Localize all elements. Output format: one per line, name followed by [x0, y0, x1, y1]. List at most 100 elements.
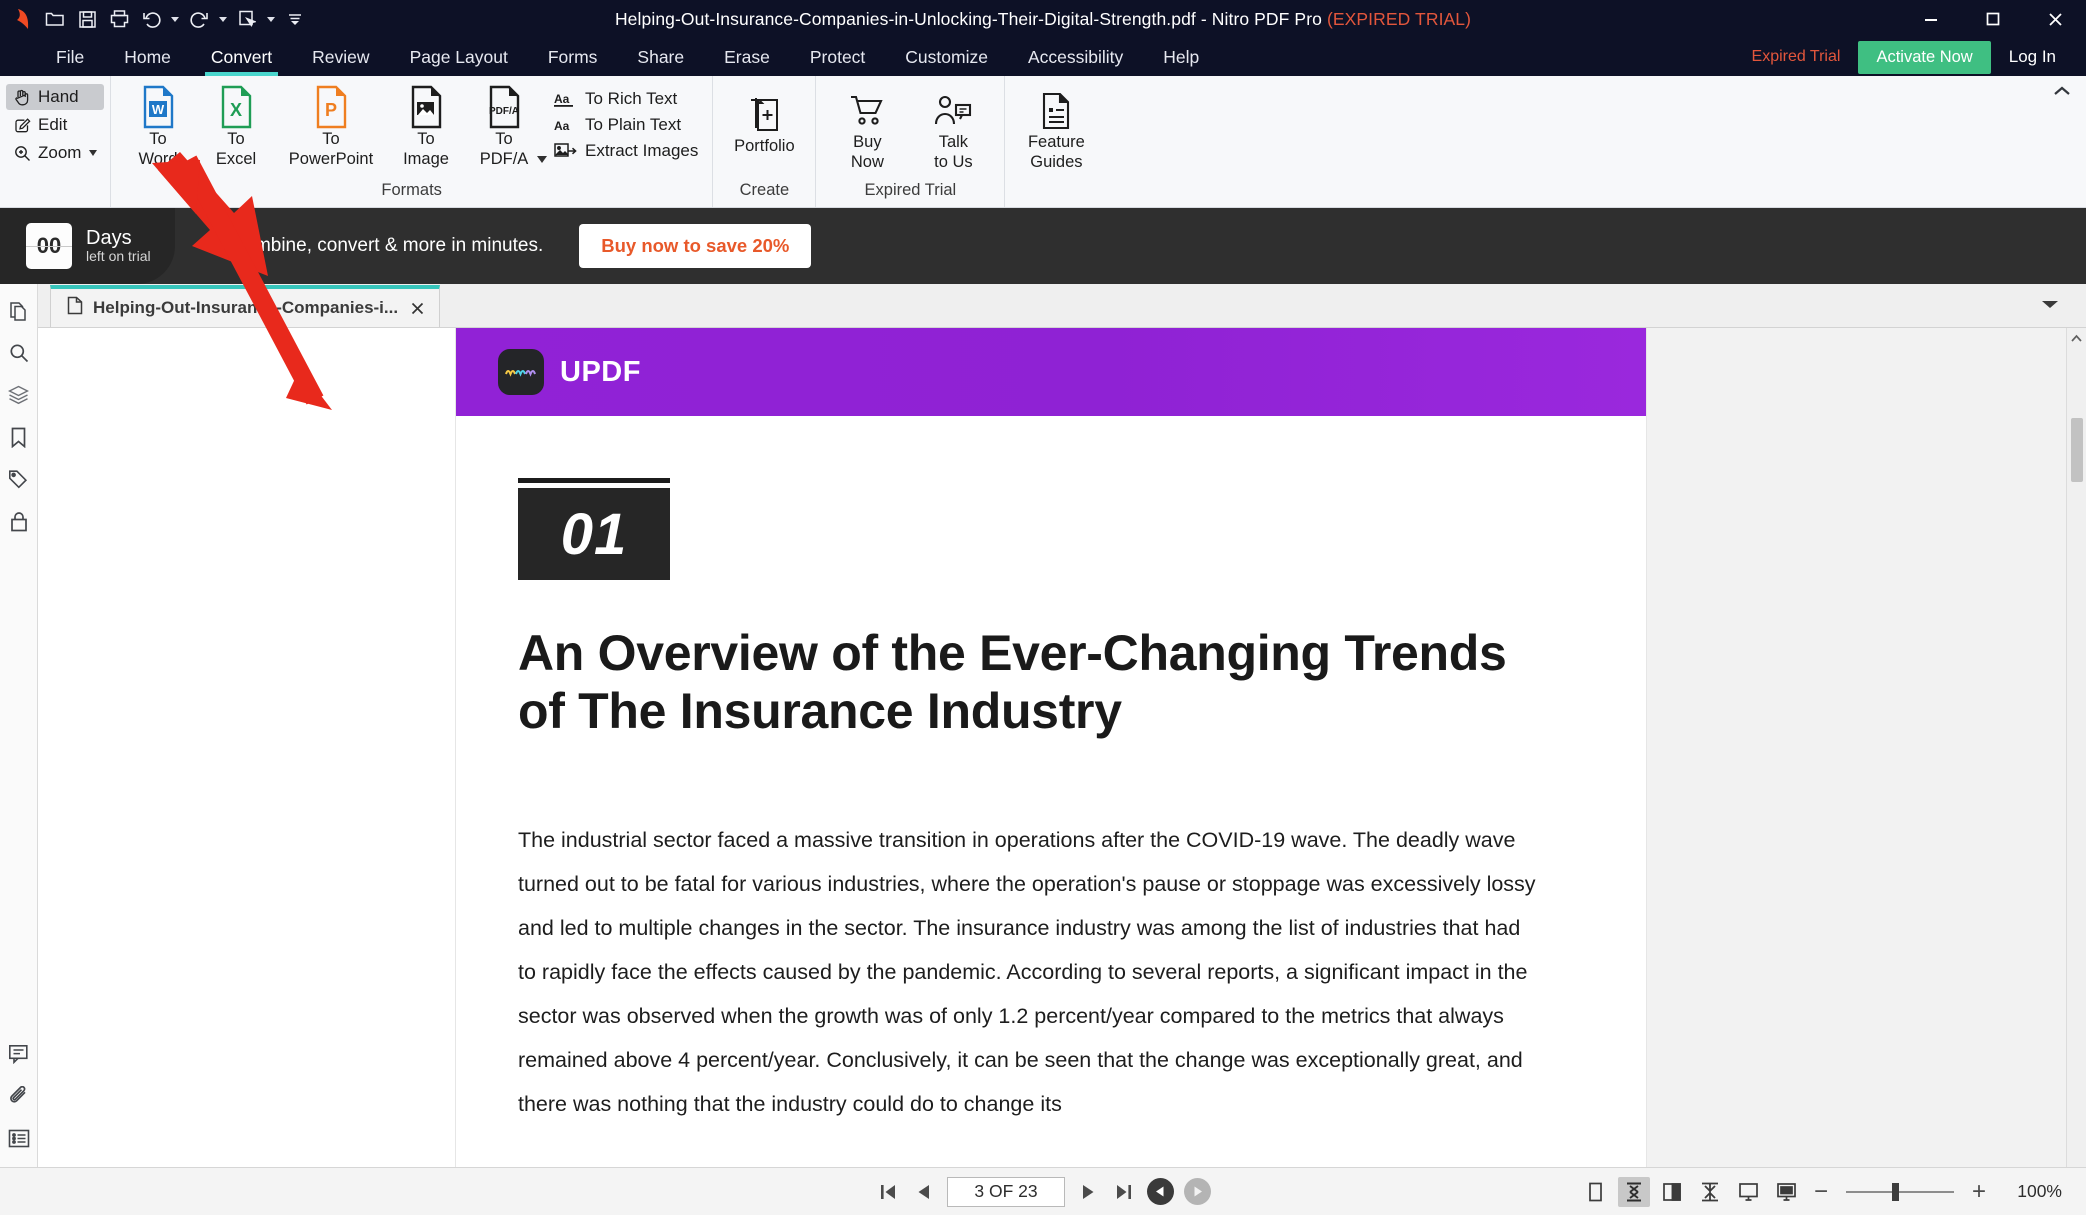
activate-now-button[interactable]: Activate Now	[1858, 40, 1991, 74]
menu-bar: File Home Convert Review Page Layout For…	[0, 38, 2086, 76]
attachments-icon[interactable]	[6, 1083, 32, 1109]
zoom-dropdown-caret-icon[interactable]	[89, 150, 98, 156]
file-icon	[67, 296, 83, 320]
zoom-out-button[interactable]: −	[1808, 1178, 1834, 1206]
document-canvas[interactable]: UPDF 01 An Overview of the Ever-Changing…	[38, 328, 2086, 1167]
select-icon[interactable]	[232, 4, 262, 34]
buy-now-save-button[interactable]: Buy now to save 20%	[579, 224, 812, 268]
zoom-slider-handle[interactable]	[1892, 1182, 1899, 1201]
previous-view-button[interactable]	[1147, 1178, 1174, 1205]
to-word-button[interactable]: W To Word	[119, 81, 197, 173]
next-page-button[interactable]	[1075, 1179, 1101, 1205]
to-powerpoint-button[interactable]: P To PowerPoint	[275, 81, 387, 173]
feature-guides-button[interactable]: Feature Guides	[1013, 84, 1099, 178]
presentation-mode-icon[interactable]	[1770, 1177, 1802, 1207]
continuous-view-icon[interactable]	[1618, 1176, 1650, 1207]
pages-thumbnails-icon[interactable]	[6, 298, 32, 324]
talk-to-us-line2: to Us	[934, 152, 973, 171]
svg-text:Aa: Aa	[554, 119, 570, 133]
select-dropdown-caret-icon[interactable]	[264, 4, 278, 34]
undo-icon[interactable]	[136, 4, 166, 34]
menu-tab-help[interactable]: Help	[1143, 38, 1219, 76]
last-page-button[interactable]	[1111, 1179, 1137, 1205]
buy-now-line1: Buy	[853, 133, 882, 151]
menu-tab-accessibility[interactable]: Accessibility	[1008, 38, 1143, 76]
fit-page-icon[interactable]	[1732, 1177, 1764, 1207]
layers-icon[interactable]	[6, 382, 32, 408]
document-tab-label: Helping-Out-Insurance-Companies-i...	[93, 298, 399, 317]
title-trial-status: (EXPIRED TRIAL)	[1326, 8, 1472, 29]
security-lock-icon[interactable]	[6, 508, 32, 534]
to-excel-button[interactable]: X To Excel	[197, 81, 275, 173]
menu-tab-review[interactable]: Review	[292, 38, 389, 76]
zoom-slider[interactable]	[1846, 1182, 1954, 1201]
to-image-button[interactable]: To Image	[387, 81, 465, 173]
to-excel-line2: Excel	[215, 149, 257, 168]
minimize-button[interactable]	[1900, 0, 1962, 38]
customize-qat-icon[interactable]	[280, 4, 310, 34]
two-page-continuous-view-icon[interactable]	[1694, 1177, 1726, 1207]
two-page-view-icon[interactable]	[1656, 1177, 1688, 1207]
hand-tool-button[interactable]: Hand	[6, 84, 104, 110]
comments-icon[interactable]	[6, 1041, 32, 1067]
document-pane: Helping-Out-Insurance-Companies-i... UPD…	[38, 284, 2086, 1167]
document-tab[interactable]: Helping-Out-Insurance-Companies-i...	[50, 285, 440, 327]
cart-icon	[849, 90, 885, 132]
single-page-view-icon[interactable]	[1580, 1177, 1612, 1207]
vertical-scrollbar[interactable]	[2066, 328, 2086, 1167]
pdf-page-body: 01 An Overview of the Ever-Changing Tren…	[456, 416, 1646, 1126]
redo-dropdown-caret-icon[interactable]	[216, 4, 230, 34]
first-page-button[interactable]	[875, 1179, 901, 1205]
menu-tab-forms[interactable]: Forms	[528, 38, 618, 76]
print-icon[interactable]	[104, 4, 134, 34]
tabstrip-dropdown-caret-icon[interactable]	[2040, 298, 2060, 316]
redo-icon[interactable]	[184, 4, 214, 34]
bookmarks-icon[interactable]	[6, 424, 32, 450]
status-bar: 3 OF 23 − + 100%	[0, 1167, 2086, 1215]
buy-now-button[interactable]: Buy Now	[824, 84, 910, 178]
menu-tab-share[interactable]: Share	[617, 38, 704, 76]
nitro-logo-icon[interactable]	[8, 4, 38, 34]
page-indicator-field[interactable]: 3 OF 23	[947, 1176, 1065, 1207]
menu-tab-convert[interactable]: Convert	[191, 38, 292, 76]
save-icon[interactable]	[72, 4, 102, 34]
extract-images-button[interactable]: Extract Images	[553, 141, 698, 161]
maximize-button[interactable]	[1962, 0, 2024, 38]
menu-tab-protect[interactable]: Protect	[790, 38, 885, 76]
menu-tab-home[interactable]: Home	[104, 38, 191, 76]
menu-tab-erase[interactable]: Erase	[704, 38, 790, 76]
portfolio-button[interactable]: Portfolio	[721, 88, 807, 162]
next-view-button[interactable]	[1184, 1178, 1211, 1205]
to-pdfa-button[interactable]: PDF/A To PDF/A	[465, 81, 547, 173]
ribbon-group-expired-trial: Buy Now Talk to Us Expired Trial	[815, 76, 1004, 207]
scrollbar-thumb[interactable]	[2071, 418, 2083, 482]
extract-images-icon	[553, 141, 577, 161]
menu-tab-file[interactable]: File	[36, 38, 104, 76]
log-in-link[interactable]: Log In	[2009, 47, 2056, 67]
close-button[interactable]	[2024, 0, 2086, 38]
search-icon[interactable]	[6, 340, 32, 366]
scroll-up-arrow-icon[interactable]	[2067, 328, 2086, 348]
edit-tool-button[interactable]: Edit	[6, 112, 104, 138]
previous-page-button[interactable]	[911, 1179, 937, 1205]
to-powerpoint-line1: To	[322, 130, 340, 148]
expired-trial-label: Expired Trial	[1751, 48, 1841, 65]
to-plain-text-button[interactable]: Aa To Plain Text	[553, 115, 698, 135]
close-tab-icon[interactable]	[410, 301, 425, 316]
properties-icon[interactable]	[6, 1125, 32, 1151]
collapse-ribbon-button[interactable]	[2052, 84, 2072, 103]
pdfa-dropdown-caret-icon[interactable]	[537, 155, 547, 163]
talk-to-us-button[interactable]: Talk to Us	[910, 84, 996, 178]
menu-tab-page-layout[interactable]: Page Layout	[390, 38, 528, 76]
ribbon-group-formats: W To Word X To Excel P To PowerPoint To …	[110, 76, 712, 207]
undo-dropdown-caret-icon[interactable]	[168, 4, 182, 34]
to-rich-text-button[interactable]: Aa To Rich Text	[553, 89, 698, 109]
zoom-tool-button[interactable]: Zoom	[6, 140, 104, 166]
zoom-in-button[interactable]: +	[1966, 1178, 1992, 1206]
tags-icon[interactable]	[6, 466, 32, 492]
open-icon[interactable]	[40, 4, 70, 34]
edit-tool-label: Edit	[38, 115, 68, 134]
menu-tab-customize[interactable]: Customize	[885, 38, 1008, 76]
document-paragraph: The industrial sector faced a massive tr…	[518, 828, 1536, 1117]
ribbon-group-create: Portfolio Create	[712, 76, 815, 207]
